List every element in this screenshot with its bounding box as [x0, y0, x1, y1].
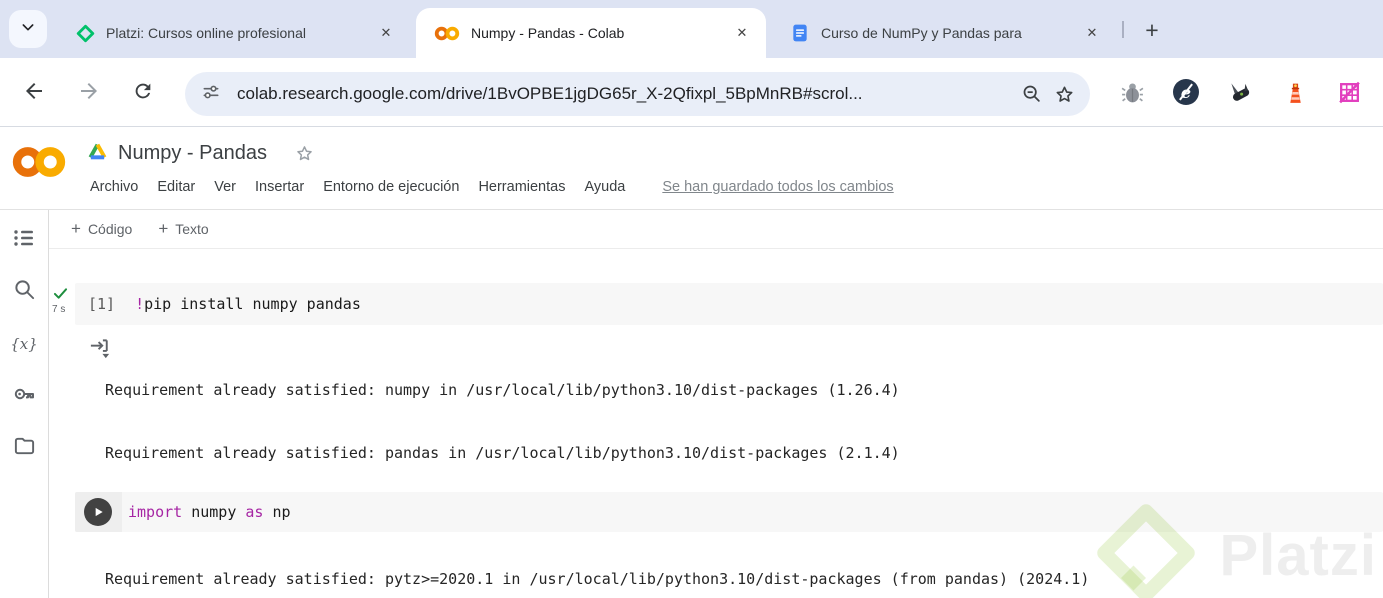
address-bar[interactable]: colab.research.google.com/drive/1BvOPBE1… — [185, 72, 1090, 116]
cell-output: Requirement already satisfied: numpy in … — [49, 338, 1383, 598]
browser-window: Platzi: Cursos online profesional ✕ Nump… — [0, 0, 1383, 598]
reload-button[interactable] — [130, 80, 156, 106]
output-line: Requirement already satisfied: pandas in… — [105, 444, 900, 462]
bookmark-star-icon[interactable] — [1053, 83, 1076, 106]
url-text[interactable]: colab.research.google.com/drive/1BvOPBE1… — [237, 84, 1011, 104]
menu-editar[interactable]: Editar — [157, 179, 195, 195]
back-button[interactable] — [21, 80, 47, 106]
play-icon — [95, 507, 103, 517]
sidebar-item-secrets[interactable] — [0, 370, 48, 422]
menu-bar: Archivo Editar Ver Insertar Entorno de e… — [90, 179, 894, 195]
plus-icon: + — [158, 219, 169, 238]
add-text-button[interactable]: + Texto — [158, 219, 208, 239]
tab-search-button[interactable] — [9, 10, 47, 48]
e-badge-extension-icon[interactable]: e — [1172, 78, 1200, 106]
menu-ver[interactable]: Ver — [214, 179, 236, 195]
drive-icon — [88, 142, 107, 165]
notebook-toolbar: + Código + Texto — [49, 210, 1383, 249]
cell-gutter: 7 s — [49, 283, 75, 325]
sidebar-item-files[interactable] — [0, 422, 48, 474]
code-text[interactable]: import numpy as np — [128, 492, 291, 532]
tab-strip: Platzi: Cursos online profesional ✕ Nump… — [0, 0, 1383, 58]
lib-name: numpy — [182, 503, 246, 521]
zoom-out-icon[interactable] — [1021, 83, 1043, 105]
keyword-as: as — [245, 503, 264, 521]
tab-docs[interactable]: Curso de NumPy y Pandas para ✕ — [772, 8, 1116, 58]
close-icon[interactable]: ✕ — [1082, 23, 1102, 43]
menu-ayuda[interactable]: Ayuda — [584, 179, 625, 195]
colab-logo-icon — [12, 145, 66, 184]
bug-extension-icon[interactable] — [1118, 78, 1146, 106]
search-icon — [13, 278, 36, 306]
code-bang: ! — [135, 295, 145, 313]
code-text[interactable]: !pip install numpy pandas — [135, 295, 361, 313]
tab-title: Platzi: Cursos online profesional — [106, 25, 366, 41]
close-icon[interactable]: ✕ — [732, 23, 752, 43]
forward-arrow-icon — [77, 79, 101, 108]
alias-name: np — [263, 503, 291, 521]
table-of-contents-icon — [12, 226, 36, 255]
output-gutter — [49, 338, 110, 366]
reload-icon — [132, 80, 154, 107]
swiss-knife-extension-icon[interactable] — [1226, 78, 1254, 106]
chevron-down-icon — [20, 19, 36, 40]
check-icon — [53, 287, 68, 305]
platzi-icon — [76, 24, 95, 43]
new-tab-button[interactable]: + — [1136, 14, 1168, 46]
notebook-title[interactable]: Numpy - Pandas — [118, 142, 267, 165]
blocked-grid-extension-icon[interactable] — [1335, 78, 1363, 106]
menu-entorno[interactable]: Entorno de ejecución — [323, 179, 459, 195]
plus-icon: + — [71, 219, 81, 238]
output-text: Requirement already satisfied: numpy in … — [105, 338, 1270, 598]
colab-icon — [434, 25, 460, 42]
e-badge-icon: e — [1173, 79, 1199, 105]
sidebar-item-search[interactable] — [0, 266, 48, 318]
key-icon — [12, 382, 36, 411]
title-row: Numpy - Pandas — [88, 142, 315, 165]
site-info-icon[interactable] — [201, 82, 221, 107]
colab-header: Numpy - Pandas Archivo Editar Ver Insert… — [0, 127, 1383, 210]
add-text-label: Texto — [175, 221, 209, 237]
add-code-label: Código — [87, 221, 133, 237]
back-arrow-icon — [22, 79, 46, 108]
tab-separator — [1122, 21, 1124, 38]
forward-button[interactable] — [76, 80, 102, 106]
run-cell-button[interactable] — [84, 498, 112, 526]
left-sidebar: {x} — [0, 210, 49, 598]
keyword-import: import — [128, 503, 183, 521]
tab-colab[interactable]: Numpy - Pandas - Colab ✕ — [416, 8, 766, 58]
sidebar-item-toc[interactable] — [0, 214, 48, 266]
execution-count: [1] — [88, 295, 116, 313]
variables-icon: {x} — [10, 335, 38, 353]
code-cell-1: 7 s [1] !pip install numpy pandas — [49, 283, 1383, 325]
code-editor[interactable]: [1] !pip install numpy pandas — [75, 283, 1383, 325]
output-line: Requirement already satisfied: numpy in … — [105, 381, 900, 399]
tab-platzi[interactable]: Platzi: Cursos online profesional ✕ — [58, 8, 410, 58]
output-line: Requirement already satisfied: pytz>=202… — [105, 570, 1090, 588]
execution-time: 7 s — [52, 304, 66, 315]
save-status-link[interactable]: Se han guardado todos los cambios — [662, 179, 893, 195]
cell-gutter — [49, 492, 75, 532]
folder-icon — [13, 434, 36, 462]
notebook-content: + Código + Texto 7 s [1] !pip install nu… — [49, 210, 1383, 598]
menu-insertar[interactable]: Insertar — [255, 179, 304, 195]
code-body: pip install numpy pandas — [144, 295, 361, 313]
close-icon[interactable]: ✕ — [376, 23, 396, 43]
lighthouse-extension-icon[interactable] — [1281, 78, 1309, 106]
menu-archivo[interactable]: Archivo — [90, 179, 138, 195]
tab-title: Numpy - Pandas - Colab — [471, 25, 625, 41]
browser-toolbar: colab.research.google.com/drive/1BvOPBE1… — [0, 58, 1383, 127]
add-code-button[interactable]: + Código — [71, 219, 132, 239]
favorite-star-icon[interactable] — [294, 143, 315, 164]
google-docs-icon — [790, 23, 810, 43]
tab-title: Curso de NumPy y Pandas para — [821, 25, 1072, 41]
code-editor[interactable]: import numpy as np — [75, 492, 1383, 532]
code-cell-2: import numpy as np — [49, 492, 1383, 532]
sidebar-item-variables[interactable]: {x} — [0, 318, 48, 370]
menu-herramientas[interactable]: Herramientas — [478, 179, 565, 195]
